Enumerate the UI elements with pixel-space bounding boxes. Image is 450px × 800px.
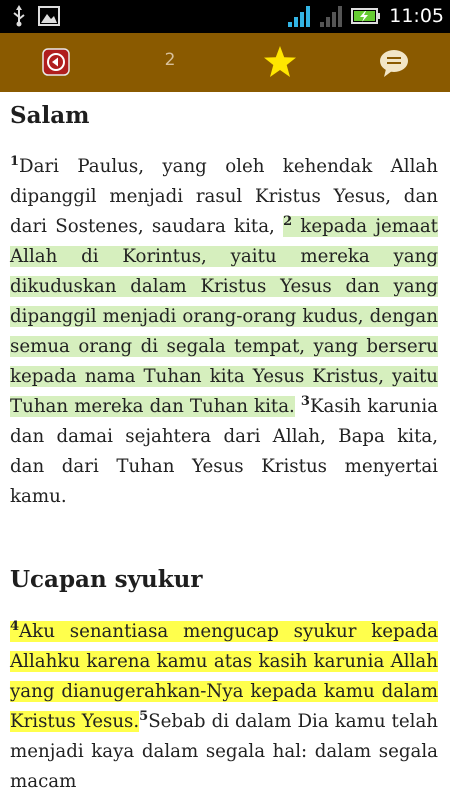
status-bar: 11:05 [0,0,450,33]
wifi-icon [288,6,311,27]
status-bar-right: 11:05 [287,4,444,28]
signal-icon [320,6,343,27]
paragraph: 4Aku senantiasa mengucap syukur kepada A… [10,617,438,797]
star-icon[interactable] [263,45,297,79]
paragraph: 1Dari Paulus, yang oleh kehendak Allah d… [10,152,438,512]
comment-icon[interactable] [378,47,410,79]
verse-number[interactable]: 2 [283,214,292,229]
image-icon [38,6,60,26]
verse-number[interactable]: 3 [301,394,310,409]
highlighted-verse[interactable]: 2 kepada jemaat Allah di Korintus, yaitu… [10,214,438,417]
status-bar-left [12,5,60,27]
chapter-number: 2 [164,50,176,70]
toolbar: 2 [0,33,450,92]
verse-number[interactable]: 1 [10,154,19,169]
usb-icon [13,5,25,27]
section-heading: Ucapan syukur [10,566,203,593]
verse-number[interactable]: 4 [10,619,19,634]
verse-number[interactable]: 5 [139,709,148,724]
battery-charging-icon [351,8,381,24]
clock: 11:05 [389,5,444,27]
verse-text[interactable]: kepada jemaat Allah di Korintus, yaitu m… [10,216,438,417]
section-heading: Salam [10,102,90,129]
back-arrow-icon[interactable] [42,48,70,76]
